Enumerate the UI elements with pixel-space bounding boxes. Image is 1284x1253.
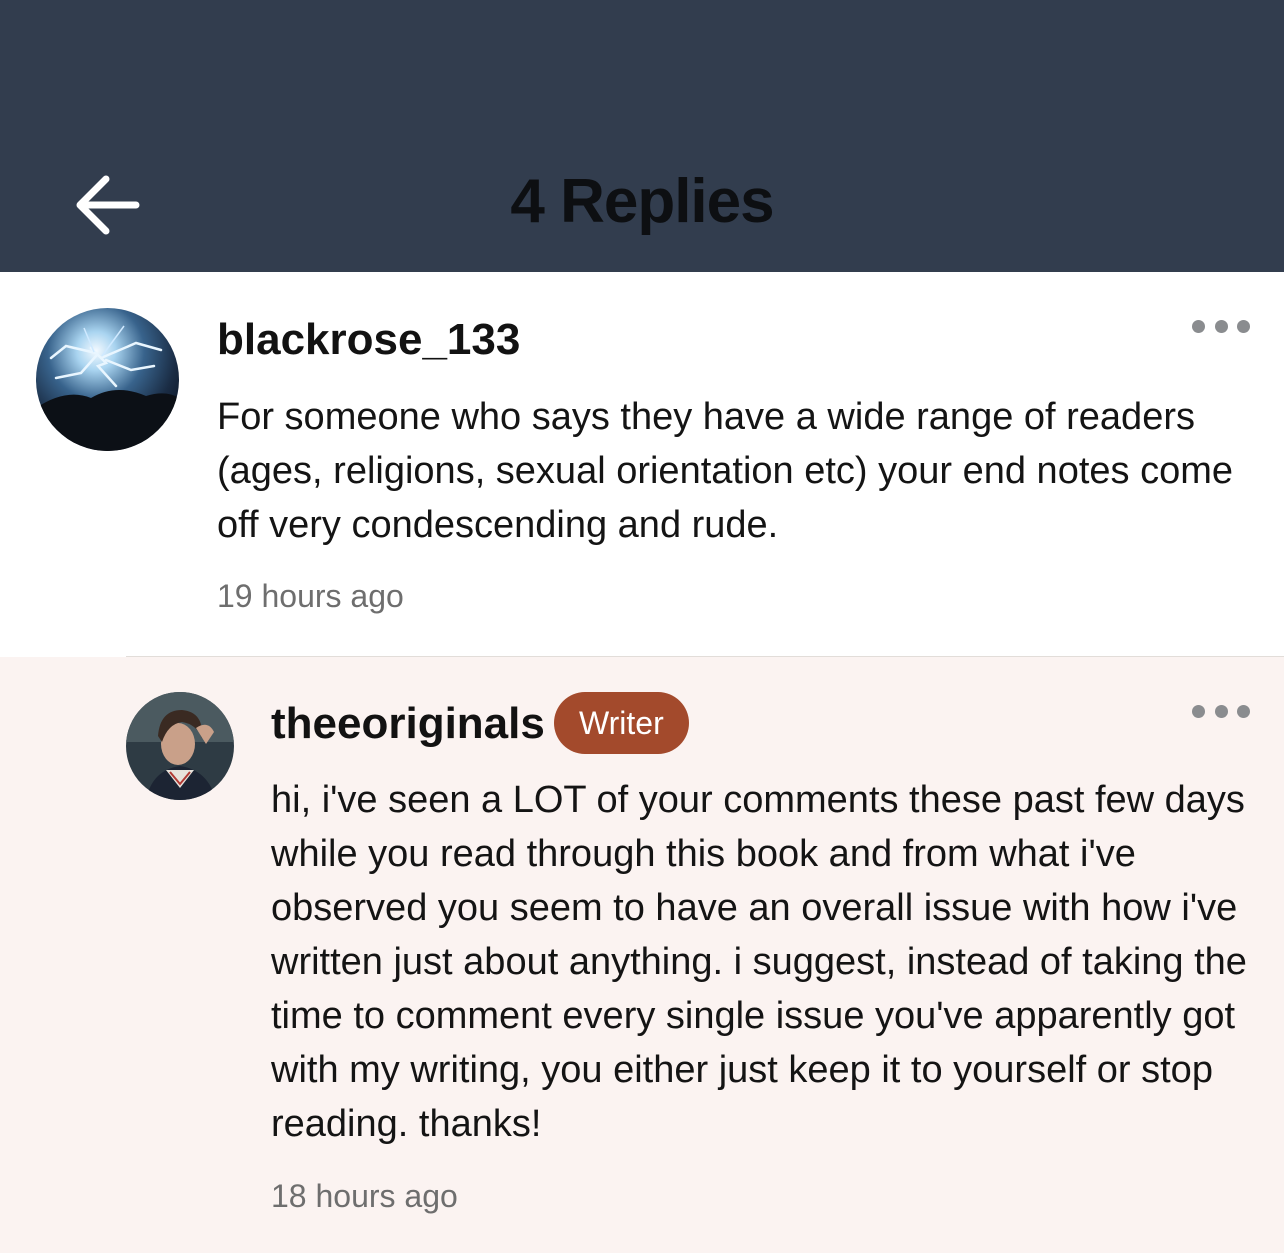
top-bar: 4 Replies xyxy=(0,0,1284,272)
more-options-button[interactable] xyxy=(1192,311,1250,341)
more-horizontal-icon xyxy=(1192,319,1205,333)
reply: theeoriginals Writer hi, i've seen a LOT… xyxy=(0,657,1284,1253)
comment: blackrose_133 For someone who says they … xyxy=(0,272,1284,656)
comment-text: For someone who says they have a wide ra… xyxy=(217,396,1233,546)
timestamp: 19 hours ago xyxy=(217,578,404,614)
username[interactable]: theeoriginals xyxy=(271,694,545,754)
comment-text: hi, i've seen a LOT of your comments the… xyxy=(271,779,1247,1145)
page-title: 4 Replies xyxy=(510,167,774,236)
writer-badge: Writer xyxy=(554,692,689,754)
more-options-button[interactable] xyxy=(1192,696,1250,726)
avatar[interactable] xyxy=(126,692,234,800)
avatar[interactable] xyxy=(36,308,179,451)
username[interactable]: blackrose_133 xyxy=(217,310,520,370)
timestamp: 18 hours ago xyxy=(271,1178,458,1214)
more-horizontal-icon xyxy=(1192,704,1205,718)
